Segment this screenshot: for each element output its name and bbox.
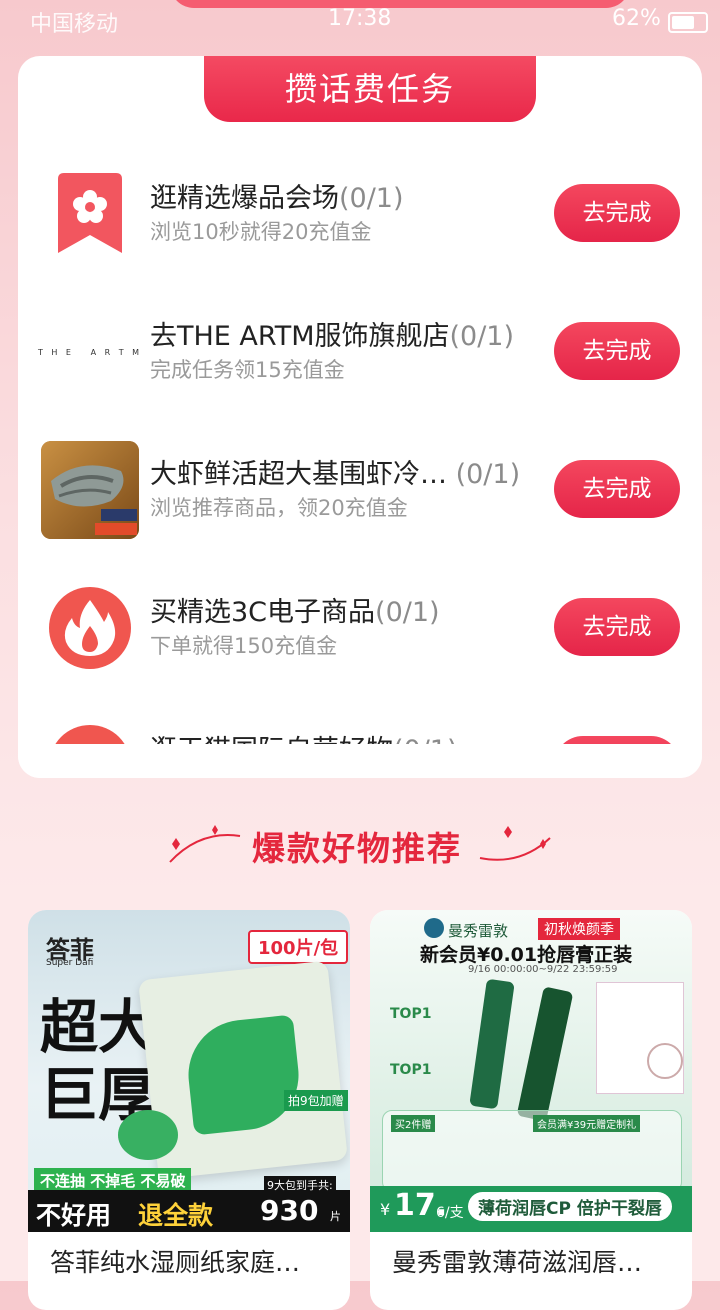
task-panel: 攒话费任务 逛精选爆品会场(0/1) 浏览10秒就得20充值金 去完成 T H … xyxy=(18,56,702,778)
date-range: 9/16 00:00:00~9/22 23:59:59 xyxy=(468,964,618,975)
task-name: 逛精选爆品会场(0/1) xyxy=(150,176,404,215)
panel-scroll-mask xyxy=(18,744,702,778)
task-desc: 完成任务领15充值金 xyxy=(150,358,345,382)
shrimp-product-thumbnail xyxy=(40,440,140,540)
task-count: (0/1) xyxy=(449,321,515,352)
task-row: 逛精选爆品会场(0/1) 浏览10秒就得20充值金 去完成 xyxy=(18,164,702,284)
brand-en: Super Dafi xyxy=(46,958,94,968)
bottom-bar: 不好用 退全款 9大包到手共: 930 片 xyxy=(28,1176,350,1232)
campaign-tag: 初秋焕颜季 xyxy=(538,918,620,940)
price-prefix: ¥ xyxy=(380,1200,391,1219)
price-label: 9大包到手共: xyxy=(264,1176,336,1194)
product-card[interactable]: 曼秀雷敦 初秋焕颜季 新会员¥0.01抢唇膏正装 9/16 00:00:00~9… xyxy=(370,910,692,1310)
carrier-label: 中国移动 xyxy=(30,12,119,37)
pack-badge: 100片/包 xyxy=(248,930,349,964)
gift-strip: 买2件赠 会员满¥39元赠定制礼 xyxy=(382,1110,682,1192)
right-ribbon-decoration xyxy=(479,826,551,861)
product-title[interactable]: 曼秀雷敦薄荷滋润唇… xyxy=(392,1243,642,1279)
promo-tag: 拍9包加赠 xyxy=(284,1090,348,1111)
task-row: 买精选3C电子商品(0/1) 下单就得150充值金 去完成 xyxy=(18,578,702,698)
product-title[interactable]: 答菲纯水湿厕纸家庭… xyxy=(50,1243,300,1279)
price-tail: 6/支 xyxy=(436,1205,464,1221)
go-complete-button[interactable]: 去完成 xyxy=(554,460,680,518)
task-row: 大虾鲜活超大基围虾冷… (0/1) 浏览推荐商品，领20充值金 去完成 xyxy=(18,440,702,560)
guarantee-text-2: 退全款 xyxy=(138,1201,214,1230)
gift-box xyxy=(596,982,684,1094)
brand-logo-icon xyxy=(424,918,444,938)
go-complete-button[interactable]: 去完成 xyxy=(554,184,680,242)
gift-seal xyxy=(647,1043,683,1079)
price-unit: 片 xyxy=(330,1210,341,1223)
go-complete-button[interactable]: 去完成 xyxy=(554,598,680,656)
status-bar: 中国移动 17:38 62% xyxy=(0,0,720,40)
task-name-text: 买精选3C电子商品 xyxy=(150,597,376,628)
leaf-graphic-small xyxy=(118,1110,178,1160)
battery-percent: 62% xyxy=(612,6,661,31)
lip-balm-tube-2 xyxy=(516,986,574,1122)
product-card[interactable]: 答菲 Super Dafi 100片/包 超大 巨厚 拍9包加赠 不连抽 不掉毛… xyxy=(28,910,350,1310)
top-banner-edge xyxy=(170,0,630,8)
flower-bookmark-icon xyxy=(40,164,140,264)
task-name-text: 去THE ARTM服饰旗舰店 xyxy=(150,321,450,352)
price-value: 930 xyxy=(260,1194,319,1227)
rank-badge-1: TOP1 xyxy=(390,1006,432,1022)
task-count: (0/1) xyxy=(339,183,404,214)
left-ribbon-decoration xyxy=(169,825,241,863)
battery-icon xyxy=(668,12,708,33)
brand-logo-text: T H E A R T M xyxy=(37,347,143,357)
task-row: T H E A R T M 去THE ARTM服饰旗舰店(0/1) 完成任务领1… xyxy=(18,302,702,422)
task-name: 去THE ARTM服饰旗舰店(0/1) xyxy=(150,314,514,353)
task-name-text: 大虾鲜活超大基围虾冷… xyxy=(150,459,447,490)
task-count: (0/1) xyxy=(455,459,521,490)
guarantee-text-1: 不好用 xyxy=(36,1201,112,1230)
task-name: 买精选3C电子商品(0/1) xyxy=(150,590,440,629)
leaf-graphic xyxy=(183,1014,304,1136)
member-gift-label: 会员满¥39元赠定制礼 xyxy=(533,1115,641,1132)
section-header: 爆款好物推荐 xyxy=(0,822,720,872)
section-title: 爆款好物推荐 xyxy=(252,829,462,868)
brand-name: 曼秀雷敦 xyxy=(448,922,509,940)
task-desc: 浏览推荐商品，领20充值金 xyxy=(150,496,408,520)
clock: 17:38 xyxy=(328,6,392,31)
price-bar: ¥ 17. 6/支 薄荷润唇CP 倍护干裂唇 xyxy=(370,1186,692,1232)
rank-badge-2: TOP1 xyxy=(390,1062,432,1078)
brand-logo-icon: T H E A R T M xyxy=(37,302,143,402)
gift-label: 买2件赠 xyxy=(391,1115,436,1132)
panel-title: 攒话费任务 xyxy=(204,56,536,122)
task-desc: 下单就得150充值金 xyxy=(150,634,338,658)
task-count: (0/1) xyxy=(375,597,440,628)
flame-icon xyxy=(40,578,140,678)
product-image[interactable]: 答菲 Super Dafi 100片/包 超大 巨厚 拍9包加赠 不连抽 不掉毛… xyxy=(28,910,350,1232)
lip-balm-tube xyxy=(469,978,515,1110)
task-desc: 浏览10秒就得20充值金 xyxy=(150,220,372,244)
headline: 新会员¥0.01抢唇膏正装 xyxy=(420,944,633,966)
slogan: 薄荷润唇CP 倍护干裂唇 xyxy=(468,1192,672,1221)
product-image[interactable]: 曼秀雷敦 初秋焕颜季 新会员¥0.01抢唇膏正装 9/16 00:00:00~9… xyxy=(370,910,692,1232)
task-name-text: 逛精选爆品会场 xyxy=(150,183,339,214)
task-name: 大虾鲜活超大基围虾冷… (0/1) xyxy=(150,452,520,491)
go-complete-button[interactable]: 去完成 xyxy=(554,322,680,380)
